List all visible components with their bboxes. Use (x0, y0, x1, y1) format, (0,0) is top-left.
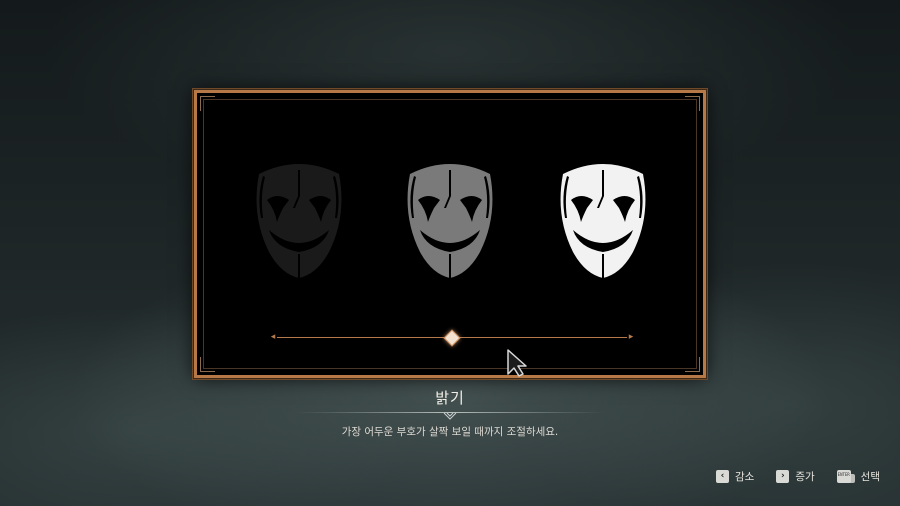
left-arrow-key-icon: ‹ (716, 469, 730, 483)
page-title: 밝기 (435, 389, 465, 407)
dark-mask-icon (249, 156, 349, 280)
button-prompts: ‹ 감소 › 증가 ENTER 선택 (716, 468, 880, 484)
corner-ornament (685, 96, 700, 111)
decrease-label: 감소 (735, 470, 755, 483)
slider-left-end-icon: ◂ (270, 332, 276, 342)
select-prompt[interactable]: ENTER 선택 (836, 469, 880, 484)
increase-label: 증가 (795, 470, 815, 483)
light-mask-icon (553, 156, 653, 280)
slider-right-end-icon: ▸ (628, 332, 634, 342)
corner-ornament (200, 96, 215, 111)
brightness-slider[interactable]: ◂ ▸ (269, 328, 635, 348)
right-arrow-key-icon: › (776, 469, 790, 483)
mouse-cursor-icon (505, 348, 531, 378)
decrease-prompt[interactable]: ‹ 감소 (716, 469, 754, 484)
mid-mask-icon (400, 156, 500, 280)
instruction-text: 가장 어두운 부호가 살짝 보일 때까지 조절하세요. (341, 426, 559, 438)
title-divider (295, 410, 605, 422)
slider-handle[interactable] (443, 329, 461, 347)
brightness-calibration-panel: ◂ ▸ (194, 90, 706, 378)
select-label: 선택 (860, 470, 880, 483)
corner-ornament (200, 357, 215, 372)
enter-key-icon: ENTER (836, 469, 855, 483)
increase-prompt[interactable]: › 증가 (776, 469, 815, 484)
corner-ornament (685, 357, 700, 372)
